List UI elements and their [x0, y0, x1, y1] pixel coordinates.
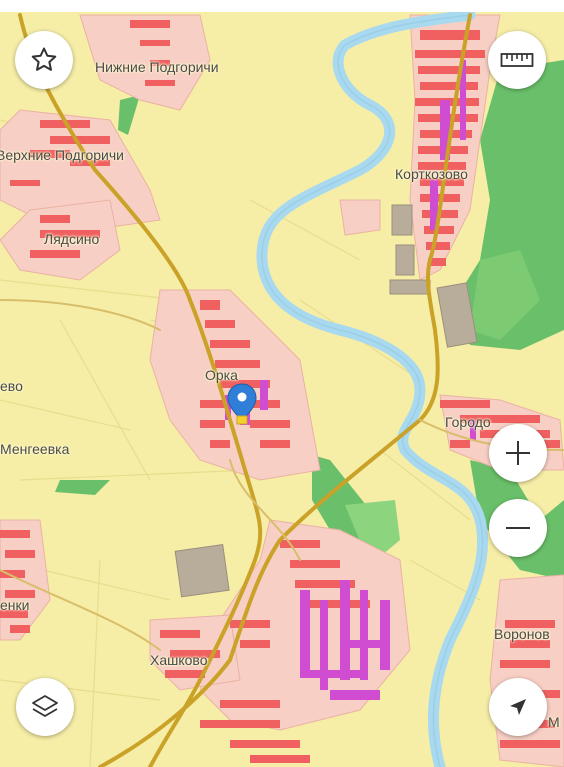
minus-icon — [506, 527, 530, 529]
zoom-out-button[interactable] — [489, 499, 547, 557]
star-icon — [31, 47, 57, 71]
navigation-arrow-icon — [510, 699, 526, 715]
label-khashkovo: Хашково — [150, 652, 208, 668]
label-lyadsino: Лядсино — [44, 231, 100, 247]
top-strip — [0, 0, 564, 12]
label-korkmazovo: Корткозово — [395, 166, 468, 182]
label-mengeevka: Менгеевка — [0, 441, 70, 457]
layers-icon — [32, 695, 58, 717]
map-canvas[interactable] — [0, 0, 564, 767]
label-nizhnie-podgorichi: Нижние Подгоричи — [95, 59, 219, 75]
ruler-button[interactable] — [488, 31, 546, 89]
label-lenki: енки — [0, 597, 30, 613]
locate-button[interactable] — [489, 678, 547, 736]
zoom-in-button[interactable] — [489, 424, 547, 482]
label-m-edge: М — [548, 714, 560, 730]
label-verkhnie-podgorichi: Верхние Подгоричи — [0, 147, 124, 163]
label-orka: Орка — [205, 367, 238, 383]
label-voronovo: Воронов — [494, 626, 550, 642]
label-evo: ево — [0, 378, 23, 394]
ruler-icon — [500, 53, 534, 67]
label-gorodok: Городо — [445, 414, 491, 430]
layers-button[interactable] — [16, 678, 74, 736]
plus-icon — [506, 441, 530, 465]
favorite-button[interactable] — [15, 31, 73, 89]
